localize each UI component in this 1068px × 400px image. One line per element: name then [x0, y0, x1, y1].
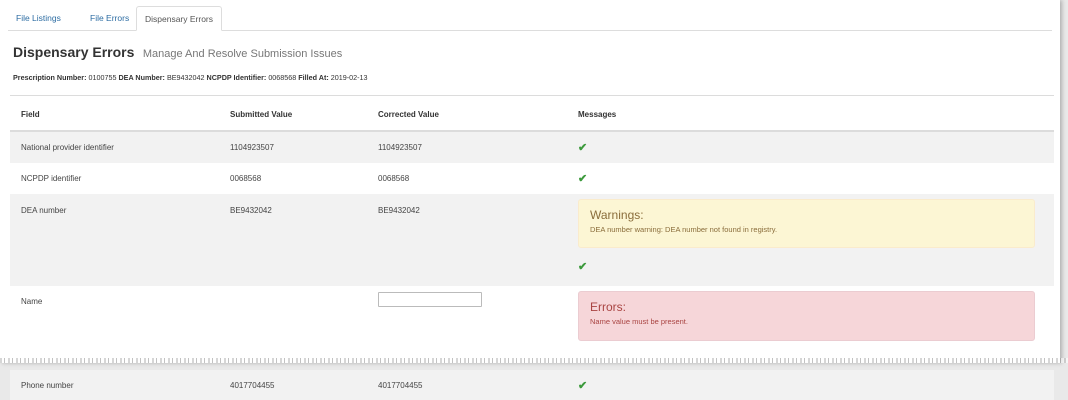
- tab-file-errors[interactable]: File Errors: [82, 6, 137, 30]
- table-row: National provider identifier 1104923507 …: [10, 131, 1054, 163]
- field-name: Phone number: [10, 370, 219, 400]
- check-icon: ✔: [578, 173, 588, 185]
- page-title: Dispensary Errors Manage And Resolve Sub…: [13, 44, 342, 62]
- field-name: DEA number: [10, 194, 219, 286]
- filled-label: Filled At:: [298, 73, 329, 82]
- table-row: NCPDP identifier 0068568 0068568 ✔: [10, 163, 1054, 194]
- page-subtitle: Manage And Resolve Submission Issues: [142, 48, 343, 60]
- prescription-value: 0100755: [88, 73, 117, 82]
- errors-table: Field Submitted Value Corrected Value Me…: [10, 98, 1054, 400]
- tab-bar: File Listings File Errors Dispensary Err…: [8, 6, 1052, 31]
- submitted-value: BE9432042: [219, 194, 367, 286]
- name-corrected-input[interactable]: [378, 292, 482, 307]
- table-header-row: Field Submitted Value Corrected Value Me…: [10, 98, 1054, 132]
- check-icon: ✔: [578, 142, 588, 154]
- header-corrected: Corrected Value: [367, 98, 567, 132]
- page-title-main: Dispensary Errors: [13, 44, 135, 60]
- submitted-value: 4017704455: [219, 370, 367, 400]
- check-icon: ✔: [578, 379, 588, 392]
- field-name: National provider identifier: [10, 131, 219, 163]
- error-title: Errors:: [590, 300, 626, 314]
- prescription-label: Prescription Number:: [13, 73, 87, 82]
- corrected-value: 0068568: [378, 174, 410, 183]
- error-message: Name value must be present.: [590, 317, 688, 326]
- submitted-value: 0068568: [230, 174, 262, 183]
- warning-title: Warnings:: [590, 208, 644, 222]
- submitted-value: 1104923507: [219, 131, 367, 163]
- tab-dispensary-errors[interactable]: Dispensary Errors: [136, 6, 223, 31]
- header-messages: Messages: [567, 98, 1054, 132]
- filled-value: 2019-02-13: [330, 73, 368, 82]
- table-row: Phone number 4017704455 4017704455 ✔: [10, 370, 1054, 400]
- ncpdp-label: NCPDP Identifier:: [206, 73, 267, 82]
- app-frame: File Listings File Errors Dispensary Err…: [0, 0, 1060, 400]
- field-name: NCPDP identifier: [21, 174, 82, 183]
- dea-label: DEA Number:: [118, 73, 165, 82]
- warning-alert: Warnings: DEA number warning: DEA number…: [578, 199, 1035, 248]
- header-submitted: Submitted Value: [219, 98, 367, 132]
- error-alert: Errors: Name value must be present.: [578, 291, 1035, 341]
- record-info: Prescription Number: 0100755 DEA Number:…: [13, 73, 368, 82]
- table-row: DEA number BE9432042 BE9432042 Warnings:…: [10, 194, 1054, 286]
- ncpdp-value: 0068568: [268, 73, 297, 82]
- check-icon: ✔: [578, 261, 588, 273]
- tab-file-listings[interactable]: File Listings: [8, 6, 69, 30]
- corrected-value: 4017704455: [367, 370, 567, 400]
- corrected-value: 1104923507: [367, 131, 567, 163]
- header-field: Field: [10, 98, 219, 132]
- warning-message: DEA number warning: DEA number not found…: [590, 225, 778, 234]
- corrected-value: BE9432042: [367, 194, 567, 286]
- cropped-content-edge: [0, 358, 1068, 363]
- divider: [10, 95, 1054, 96]
- dea-value: BE9432042: [166, 73, 205, 82]
